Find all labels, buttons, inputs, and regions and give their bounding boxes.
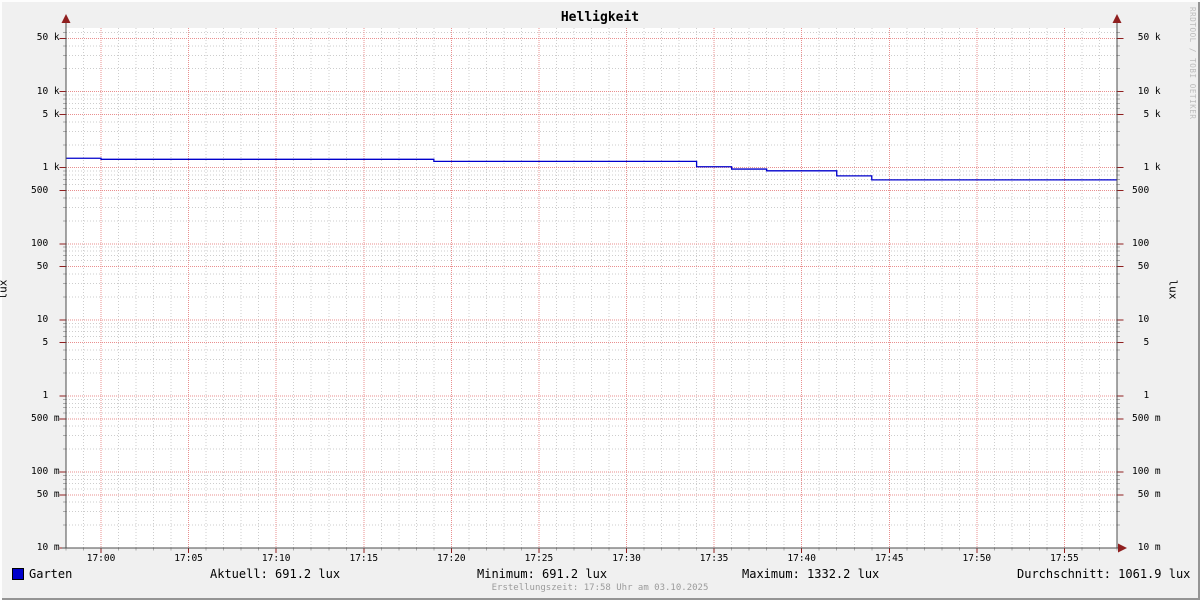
legend-swatch-garten (12, 568, 24, 580)
y-axis-label-left: 500 (31, 184, 60, 196)
x-axis-label: 17:45 (874, 553, 904, 564)
chart-title: Helligkeit (560, 10, 640, 25)
stat-durchschnitt: Durchschnitt: 1061.9 lux (1017, 567, 1191, 581)
rrdtool-watermark: RRDTOOL / TOBI OETIKER (1188, 7, 1197, 120)
y-axis-label-left: 100 (31, 237, 60, 249)
x-axis-label: 17:50 (962, 553, 992, 564)
x-axis-label: 17:40 (787, 553, 816, 564)
y-axis-label-left: 50 (31, 260, 60, 272)
rrdtool-graph: Helligkeit RRDTOOL / TOBI OETIKER lux lu… (0, 0, 1200, 600)
y-axis-unit-right: lux (1166, 279, 1180, 300)
y-axis-label-left: 50 k (31, 32, 60, 44)
y-axis-label-left: 1 (31, 389, 60, 401)
y-axis-label-right: 5 k (1132, 108, 1161, 120)
y-axis-label-right: 500 (1132, 184, 1161, 196)
x-axis-label: 17:35 (699, 553, 729, 564)
x-axis-label: 17:10 (261, 553, 291, 564)
y-axis-unit-left: lux (0, 279, 10, 300)
y-axis-label-left: 5 k (31, 108, 60, 120)
y-axis-label-right: 1 (1132, 389, 1161, 401)
y-axis-label-right: 50 (1132, 260, 1161, 272)
y-axis-label-right: 100 m (1132, 465, 1161, 477)
x-axis-label: 17:25 (524, 553, 554, 564)
y-axis-label-right: 100 (1132, 237, 1161, 249)
y-axis-label-left: 10 k (31, 85, 60, 97)
y-axis-label-right: 10 (1132, 313, 1161, 325)
y-axis-label-left: 10 (31, 313, 60, 325)
x-axis-label: 17:20 (437, 553, 466, 564)
y-axis-label-left: 100 m (31, 465, 60, 477)
y-axis-label-left: 5 (31, 336, 60, 348)
legend-series-label: Garten (29, 567, 73, 581)
x-axis-label: 17:00 (86, 553, 116, 564)
y-axis-label-right: 5 (1132, 336, 1161, 348)
x-axis-label: 17:05 (174, 553, 203, 564)
y-axis-label-left: 10 m (31, 542, 60, 553)
stat-minimum: Minimum: 691.2 lux (477, 567, 608, 581)
stat-maximum: Maximum: 1332.2 lux (742, 567, 880, 581)
y-axis-label-right: 10 m (1132, 542, 1161, 553)
x-axis-arrow (1118, 543, 1127, 553)
y-axis-label-left: 50 m (31, 488, 60, 500)
y-axis-label-left: 1 k (31, 161, 60, 173)
y-axis-label-right: 50 k (1132, 32, 1161, 44)
x-axis-label: 17:55 (1050, 553, 1079, 564)
stat-aktuell: Aktuell: 691.2 lux (210, 567, 341, 581)
plot-area (59, 14, 1127, 553)
creation-timestamp: Erstellungszeit: 17:58 Uhr am 03.10.2025 (491, 583, 709, 593)
y-axis-label-right: 10 k (1132, 85, 1161, 97)
y-axis-label-left: 500 m (31, 412, 60, 424)
y-axis-label-right: 500 m (1132, 412, 1161, 424)
y-axis-label-right: 1 k (1132, 161, 1161, 173)
x-axis-label: 17:30 (612, 553, 641, 564)
y-axis-label-right: 50 m (1132, 488, 1161, 500)
x-axis-label: 17:15 (349, 553, 379, 564)
